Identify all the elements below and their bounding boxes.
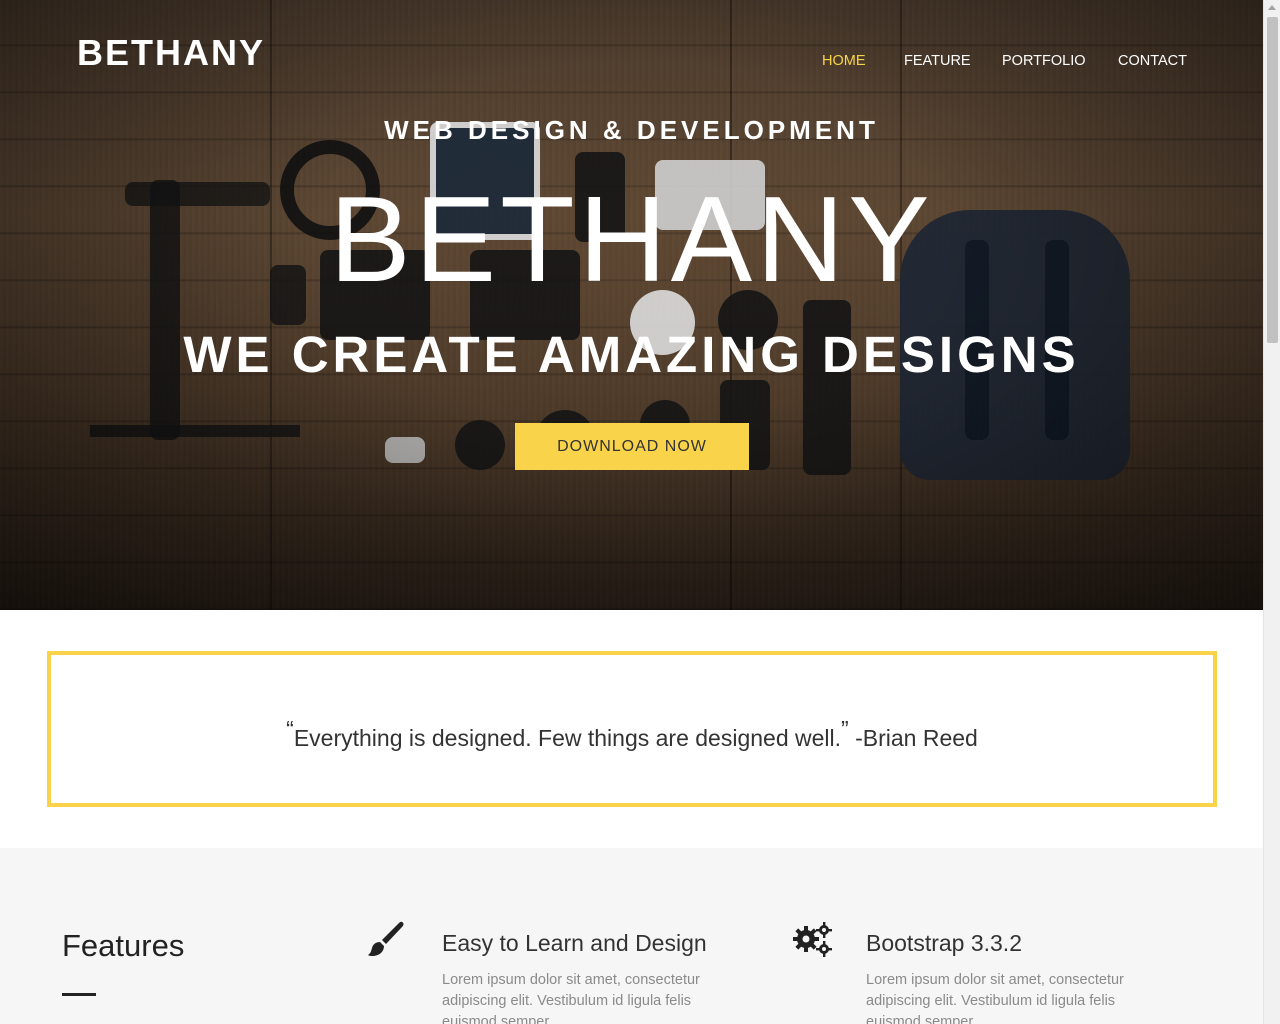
- quote: “Everything is designed. Few things are …: [51, 716, 1213, 752]
- main-nav: HOME FEATURE PORTFOLIO CONTACT: [0, 53, 1263, 73]
- download-now-button[interactable]: DOWNLOAD NOW: [515, 423, 749, 470]
- feature-body: Lorem ipsum dolor sit amet, consectetur …: [866, 972, 1124, 1024]
- gears-icon: [792, 921, 834, 964]
- hero-subtitle: WEB DESIGN & DEVELOPMENT: [384, 115, 879, 145]
- quote-box: “Everything is designed. Few things are …: [47, 651, 1217, 807]
- nav-item-portfolio[interactable]: PORTFOLIO: [1002, 53, 1086, 69]
- features-title: Features: [62, 928, 185, 963]
- hero-title: BETHANY: [329, 171, 934, 307]
- quote-author: -Brian Reed: [855, 725, 978, 751]
- paint-brush-icon: [366, 920, 406, 965]
- feature-heading: Bootstrap 3.3.2: [866, 930, 1022, 956]
- close-quote-mark: ”: [841, 716, 849, 742]
- open-quote-mark: “: [286, 716, 294, 742]
- nav-item-feature[interactable]: FEATURE: [904, 53, 971, 69]
- page: BETHANY HOME FEATURE PORTFOLIO CONTACT W…: [0, 0, 1263, 1024]
- quote-section: “Everything is designed. Few things are …: [0, 610, 1263, 848]
- quote-text: Everything is designed. Few things are d…: [293, 725, 842, 751]
- hero-section: BETHANY HOME FEATURE PORTFOLIO CONTACT W…: [0, 0, 1263, 610]
- features-divider: [62, 993, 96, 996]
- nav-item-contact[interactable]: CONTACT: [1118, 53, 1187, 69]
- feature-body: Lorem ipsum dolor sit amet, consectetur …: [442, 972, 700, 1024]
- features-section: Features Easy to Learn and Design Lorem …: [0, 848, 1263, 1024]
- vertical-scrollbar[interactable]: [1263, 0, 1280, 1024]
- scrollbar-thumb[interactable]: [1267, 17, 1278, 343]
- hero-tagline: WE CREATE AMAZING DESIGNS: [183, 326, 1080, 383]
- scroll-up-arrow-icon[interactable]: [1268, 5, 1276, 10]
- nav-item-home[interactable]: HOME: [822, 53, 866, 69]
- feature-heading: Easy to Learn and Design: [442, 930, 707, 956]
